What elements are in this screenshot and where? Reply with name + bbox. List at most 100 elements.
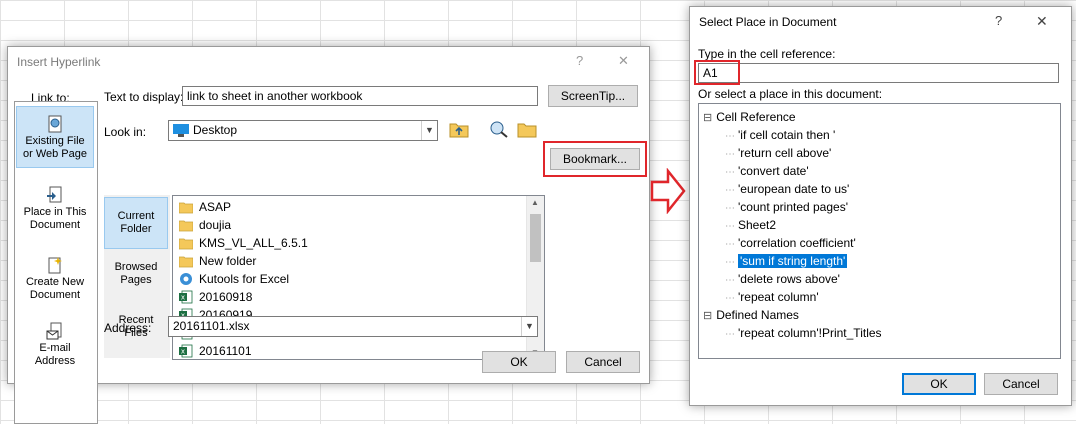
file-list-item[interactable]: KMS_VL_ALL_6.5.1: [179, 234, 308, 252]
kutools-icon: [179, 272, 199, 286]
tree-connector: ⋯: [725, 131, 735, 142]
text-to-display-label: Text to display:: [104, 90, 184, 104]
bookmark-highlight: [543, 141, 647, 177]
folder-icon: [179, 236, 199, 250]
excel-file-icon: x: [179, 344, 199, 358]
tree-connector: ⋯: [725, 329, 735, 340]
file-list-item[interactable]: x 20160918: [179, 288, 252, 306]
file-name: KMS_VL_ALL_6.5.1: [199, 236, 308, 250]
tree-item-sheet[interactable]: ⋯'sum if string length': [725, 252, 849, 270]
file-name: New folder: [199, 254, 257, 268]
up-folder-icon[interactable]: [448, 119, 472, 141]
link-to-label-line2: Document: [29, 219, 81, 231]
tree-item-label: 'delete rows above': [738, 272, 840, 286]
file-list-item[interactable]: New folder: [179, 252, 256, 270]
link-to-place-in-document[interactable]: Place in This Document: [16, 180, 94, 246]
tree-item-label: 'convert date': [738, 164, 809, 178]
select-place-titlebar[interactable]: Select Place in Document ? ✕: [690, 7, 1071, 37]
tree-node-defined-names[interactable]: ⊟ Defined Names: [703, 306, 799, 324]
document-place-icon: [46, 186, 64, 204]
browse-file-icon[interactable]: [516, 119, 540, 141]
chevron-down-icon[interactable]: ▼: [521, 317, 537, 336]
insert-hyperlink-titlebar[interactable]: Insert Hyperlink ? ✕: [8, 47, 649, 77]
nav-current-folder[interactable]: Current Folder: [104, 197, 168, 249]
scroll-up-icon[interactable]: ▲: [531, 198, 539, 207]
tree-connector: ⋯: [725, 185, 735, 196]
folder-icon: [179, 200, 199, 214]
tree-connector: ⋯: [725, 293, 735, 304]
file-name: 20161101: [199, 344, 252, 358]
collapse-icon[interactable]: ⊟: [703, 310, 712, 322]
red-arrow-icon: [650, 168, 686, 214]
tree-item-label: 'count printed pages': [738, 200, 848, 214]
tree-connector: ⋯: [725, 221, 735, 232]
ok-button[interactable]: OK: [482, 351, 556, 373]
nav-label-line2: Folder: [120, 223, 152, 235]
tree-item-label: 'repeat column': [738, 290, 819, 304]
tree-item-label: 'if cell cotain then ': [738, 128, 836, 142]
cell-reference-label: Type in the cell reference:: [698, 47, 836, 61]
tree-item-sheet[interactable]: ⋯'return cell above': [725, 144, 831, 162]
email-icon: [46, 322, 64, 340]
cell-reference-highlight: [694, 60, 740, 85]
help-button[interactable]: ?: [576, 53, 583, 68]
file-name: Kutools for Excel: [199, 272, 290, 286]
cancel-button[interactable]: Cancel: [984, 373, 1058, 395]
chevron-down-icon[interactable]: ▼: [421, 121, 437, 140]
link-to-label-line1: Create New: [25, 276, 85, 288]
tree-item-label: Defined Names: [716, 308, 799, 322]
file-list-item[interactable]: Kutools for Excel: [179, 270, 289, 288]
link-to-email-address[interactable]: E-mail Address: [16, 316, 94, 382]
link-to-create-new-document[interactable]: Create New Document: [16, 250, 94, 316]
close-icon[interactable]: ✕: [1036, 13, 1048, 30]
folder-icon: [179, 254, 199, 268]
file-list-item[interactable]: x 20161101: [179, 342, 252, 359]
dialog-title: Insert Hyperlink: [17, 55, 101, 69]
scroll-thumb[interactable]: [530, 214, 541, 262]
tree-item-name[interactable]: ⋯'repeat column'!Print_Titles: [725, 324, 882, 342]
browse-web-icon[interactable]: [488, 119, 512, 141]
link-to-label-line2: Document: [29, 289, 81, 301]
place-in-document-label: Or select a place in this document:: [698, 87, 883, 101]
link-to-label-line1: Place in This: [23, 206, 87, 218]
svg-text:x: x: [181, 294, 185, 302]
tree-item-label: 'repeat column'!Print_Titles: [738, 326, 882, 340]
screentip-button[interactable]: ScreenTip...: [548, 85, 638, 107]
new-document-icon: [46, 256, 64, 274]
cell-reference-input[interactable]: A1: [698, 63, 1059, 83]
tree-item-sheet[interactable]: ⋯'if cell cotain then ': [725, 126, 835, 144]
place-tree[interactable]: ⊟ Cell Reference ⋯'if cell cotain then ' ⋯ '…: [698, 103, 1061, 359]
insert-hyperlink-dialog: Insert Hyperlink ? ✕ Link to: Existing F…: [7, 46, 650, 424]
link-to-label-line2: or Web Page: [22, 148, 87, 160]
look-in-value: Desktop: [193, 123, 238, 137]
tree-item-sheet[interactable]: ⋯'count printed pages': [725, 198, 848, 216]
cancel-button[interactable]: Cancel: [566, 351, 640, 373]
address-dropdown[interactable]: 20161101.xlsx ▼: [168, 316, 538, 337]
tree-item-sheet[interactable]: ⋯'repeat column': [725, 288, 819, 306]
tree-item-sheet[interactable]: ⋯'correlation coefficient': [725, 234, 856, 252]
tree-node-cell-reference[interactable]: ⊟ Cell Reference: [703, 108, 796, 126]
file-list-item[interactable]: ASAP: [179, 198, 231, 216]
folder-icon: [179, 218, 199, 232]
address-label: Address:: [104, 321, 152, 335]
link-to-pane: Existing File or Web Page Place in This …: [14, 101, 98, 424]
file-list-item[interactable]: doujia: [179, 216, 231, 234]
close-icon[interactable]: ✕: [618, 53, 629, 69]
desktop-icon: [173, 124, 189, 137]
tree-item-sheet[interactable]: ⋯ Sheet2: [725, 216, 776, 234]
ok-button[interactable]: OK: [902, 373, 976, 395]
excel-file-icon: x: [179, 290, 199, 304]
nav-label-line2: Pages: [120, 274, 152, 286]
help-button[interactable]: ?: [995, 13, 1002, 28]
tree-item-sheet[interactable]: ⋯'european date to us': [725, 180, 849, 198]
collapse-icon[interactable]: ⊟: [703, 112, 712, 124]
text-to-display-input[interactable]: link to sheet in another workbook: [182, 86, 538, 106]
dialog-title: Select Place in Document: [699, 15, 837, 29]
tree-item-sheet[interactable]: ⋯'delete rows above': [725, 270, 840, 288]
svg-text:x: x: [181, 348, 185, 356]
nav-browsed-pages[interactable]: Browsed Pages: [104, 261, 168, 301]
look-in-dropdown[interactable]: Desktop ▼: [168, 120, 438, 141]
tree-connector: ⋯: [725, 149, 735, 160]
tree-item-sheet[interactable]: ⋯'convert date': [725, 162, 809, 180]
link-to-existing-file[interactable]: Existing File or Web Page: [16, 106, 94, 168]
